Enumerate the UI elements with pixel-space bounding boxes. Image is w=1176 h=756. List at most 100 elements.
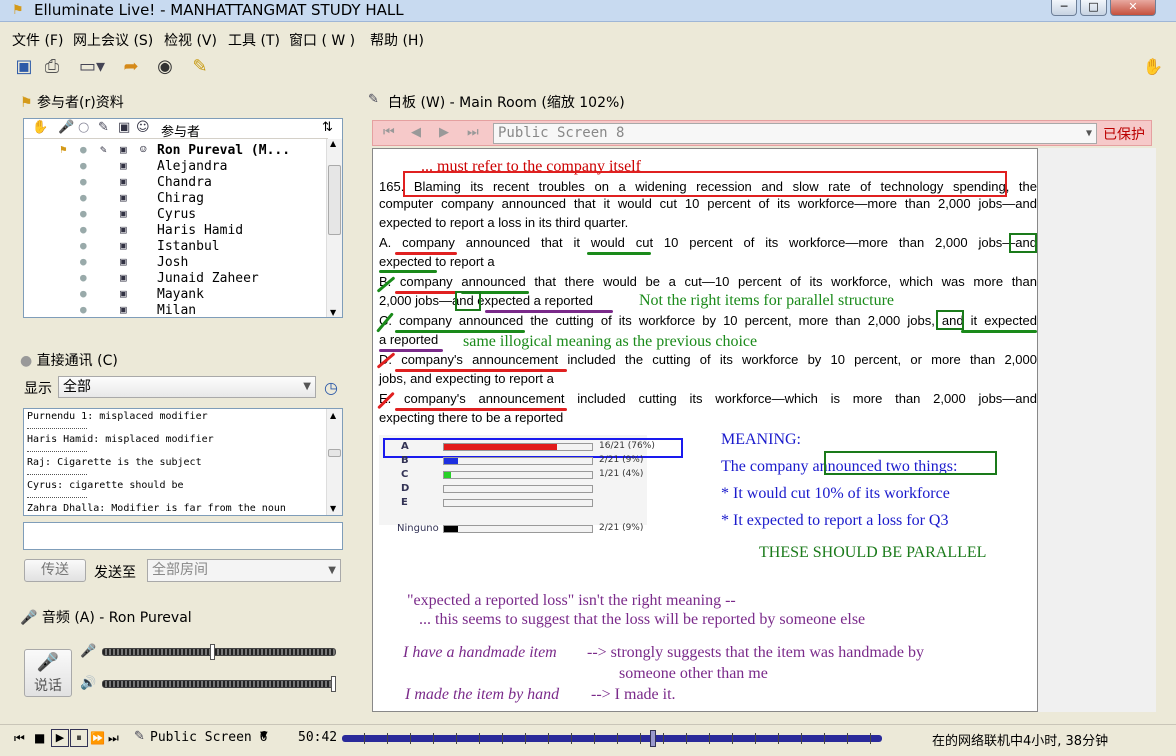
save-icon[interactable]: ▣: [11, 54, 37, 80]
participants-icon: ⚑: [20, 95, 33, 111]
annotation-underline-red: [395, 252, 457, 255]
mic-volume-slider[interactable]: [102, 644, 336, 660]
scroll-down-icon[interactable]: ▼: [330, 504, 336, 513]
chat-bubble-icon: ●: [80, 207, 87, 220]
speaker-volume-slider[interactable]: [102, 676, 336, 692]
scroll-up-icon[interactable]: ▲: [330, 139, 336, 148]
menu-tools[interactable]: 工具 (T): [228, 30, 280, 50]
screen-icon[interactable]: ▣: [118, 120, 130, 135]
mic-level-icon: 🎤: [80, 644, 97, 659]
pen-icon[interactable]: ✎: [98, 120, 109, 135]
pause-icon[interactable]: ⏸: [70, 729, 88, 747]
participant-row[interactable]: ⚑ ● ✎ ▣ ☺ Ron Pureval (M...: [24, 143, 328, 159]
send-to-label: 发送至: [94, 565, 136, 581]
note-made-arrow: --> I made it.: [591, 686, 676, 703]
participant-row[interactable]: ● ▣ Alejandra: [24, 159, 328, 175]
sort-icon[interactable]: ⇅: [322, 120, 333, 135]
poll-label: C: [401, 469, 409, 480]
participant-row[interactable]: ● ▣ Chirag: [24, 191, 328, 207]
poll-label: Ninguno: [397, 523, 439, 534]
participants-title: ⚑ 参与者(r)资料: [20, 92, 124, 112]
hand-icon[interactable]: ✋: [1140, 54, 1166, 80]
speaker-volume-knob[interactable]: [331, 676, 336, 692]
skip-forward-icon[interactable]: ⏭: [108, 731, 119, 746]
menu-help[interactable]: 帮助 (H): [370, 30, 424, 50]
menu-window[interactable]: 窗口 ( W ): [289, 30, 355, 50]
send-to-select[interactable]: 全部房间 ▼: [147, 559, 341, 582]
maximize-button[interactable]: □: [1080, 0, 1107, 16]
fast-forward-icon[interactable]: ⏩: [90, 731, 105, 745]
participant-name: Chandra: [157, 175, 212, 190]
skip-back-icon[interactable]: ⏮: [14, 731, 25, 746]
layout-icon[interactable]: ▭▾: [72, 54, 112, 80]
talk-button[interactable]: 🎤 说话: [24, 649, 72, 697]
annotation-green-box: [1009, 233, 1037, 253]
chat-bubble-icon: ●: [80, 287, 87, 300]
screen-icon: ▣: [120, 303, 127, 316]
scroll-down-icon[interactable]: ▼: [330, 308, 336, 317]
whiteboard-canvas[interactable]: ... must refer to the company itself 165…: [372, 148, 1038, 712]
screen-label[interactable]: Public Screen 6: [150, 730, 267, 745]
participant-row[interactable]: ● ▣ Cyrus: [24, 207, 328, 223]
participant-list[interactable]: ✋ 🎤 ○ ✎ ▣ ☺ 参与者 ⇅ ⚑ ● ✎ ▣ ☺ Ron Pureval (M...…: [23, 118, 343, 318]
notes-icon[interactable]: ✎: [187, 54, 213, 80]
close-button[interactable]: ✕: [1110, 0, 1156, 16]
choice-e: E. company's announcement included cutti…: [379, 391, 1037, 406]
raise-hand-icon[interactable]: ✋: [32, 120, 48, 135]
pen-icon: ✎: [368, 92, 379, 107]
last-screen-icon[interactable]: ⏭: [467, 125, 479, 140]
chevron-down-icon: ▼: [328, 565, 336, 576]
chat-filter-select[interactable]: 全部 ▼: [58, 376, 316, 398]
playback-timeline[interactable]: [342, 730, 882, 747]
first-screen-icon[interactable]: ⏮: [383, 125, 395, 140]
menu-meeting[interactable]: 网上会议 (S): [73, 30, 153, 50]
participant-name: Mayank: [157, 287, 204, 302]
playback-knob[interactable]: [649, 730, 656, 747]
menu-bar: 文件 (F) 网上会议 (S) 检视 (V) 工具 (T) 窗口 ( W ) 帮…: [0, 26, 1176, 50]
participant-row[interactable]: ● ▣ Chandra: [24, 175, 328, 191]
chat-input[interactable]: [23, 522, 343, 550]
participant-row[interactable]: ● ▣ Mayank: [24, 287, 328, 303]
participant-row[interactable]: ● ▣ Istanbul: [24, 239, 328, 255]
participants-column-header[interactable]: 参与者: [161, 121, 200, 140]
stop-icon[interactable]: ■: [34, 731, 45, 745]
send-button[interactable]: 传送: [24, 559, 86, 582]
chevron-down-icon: ▼: [303, 381, 311, 392]
menu-file[interactable]: 文件 (F): [12, 30, 63, 50]
chat-bubble-icon[interactable]: ○: [78, 120, 89, 135]
participant-row[interactable]: ● ▣ Josh: [24, 255, 328, 271]
question-text: expected to report a loss in its third q…: [379, 215, 629, 230]
play-icon[interactable]: ▶: [51, 729, 69, 747]
screen-icon: ▣: [120, 223, 127, 236]
poll-bar-fill: [444, 458, 459, 464]
person-icon[interactable]: ☺: [136, 120, 150, 135]
note-bullet1: * It would cut 10% of its workforce: [721, 485, 950, 502]
talk-label: 说话: [34, 678, 62, 694]
print-icon[interactable]: ⎙: [39, 54, 65, 80]
poll-label: E: [401, 497, 408, 508]
scroll-thumb[interactable]: [328, 165, 341, 235]
webcam-icon[interactable]: ◉: [152, 54, 178, 80]
whiteboard-nav: ⏮ ◀ ▶ ⏭ Public Screen 8 ▼ 已保护: [372, 120, 1152, 146]
share-icon[interactable]: ➦: [118, 54, 144, 80]
scroll-up-icon[interactable]: ▲: [330, 411, 336, 420]
prev-screen-icon[interactable]: ◀: [411, 125, 421, 140]
participant-scrollbar[interactable]: ▲ ▼: [326, 139, 342, 317]
note-someone-other: someone other than me: [619, 665, 768, 682]
chat-scrollbar[interactable]: ▲ ▼: [326, 409, 342, 515]
menu-view[interactable]: 检视 (V): [164, 30, 217, 50]
chat-log[interactable]: Purnendu 1: misplaced modifier Haris Ham…: [23, 408, 343, 516]
mic-volume-knob[interactable]: [209, 644, 215, 660]
minimize-button[interactable]: ─: [1051, 0, 1077, 16]
participant-row[interactable]: ● ▣ Junaid Zaheer: [24, 271, 328, 287]
clock-icon[interactable]: ◷: [324, 378, 338, 397]
poll-value: 2/21 (9%): [599, 455, 644, 465]
mic-icon[interactable]: 🎤: [58, 120, 74, 135]
scroll-thumb[interactable]: [328, 449, 341, 457]
screen-select[interactable]: Public Screen 8 ▼: [493, 123, 1097, 144]
chevron-down-icon[interactable]: ▼: [260, 730, 268, 741]
participant-row[interactable]: ● ▣ Haris Hamid: [24, 223, 328, 239]
participant-row[interactable]: ● ▣ Milan: [24, 303, 328, 317]
annotation-underline-purple: [379, 349, 443, 352]
next-screen-icon[interactable]: ▶: [439, 125, 449, 140]
